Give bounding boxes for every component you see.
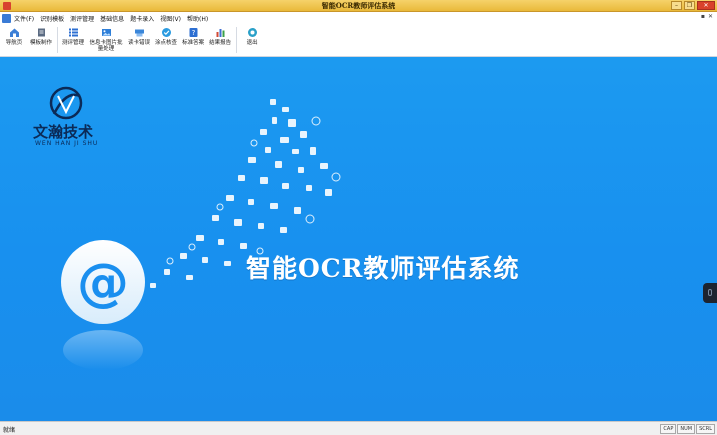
check-dot-label: 涂点核查 <box>155 40 178 46</box>
main-title: 智能OCR教师评估系统 <box>246 254 520 283</box>
status-text: 就绪 <box>3 427 16 434</box>
brand-logo-icon <box>49 86 83 120</box>
side-panel-handle[interactable] <box>703 283 717 303</box>
menu-file[interactable]: 文件(F) <box>14 14 34 23</box>
template-label: 模板制作 <box>30 40 53 46</box>
answer-button[interactable]: ? 标准答案 <box>182 27 204 46</box>
close-button[interactable]: ✕ <box>697 1 715 10</box>
svg-text:@: @ <box>77 253 129 313</box>
card-error-button[interactable]: 读卡错误 <box>128 27 150 46</box>
menu-app-icon[interactable] <box>2 13 11 23</box>
batch-image-label: 信息卡图片批量处理 <box>89 40 123 52</box>
report-label: 结果报告 <box>209 40 232 46</box>
minimize-button[interactable]: – <box>671 1 682 10</box>
title-bar: 智能OCR教师评估系统 – ❐ ✕ <box>0 0 717 12</box>
assessment-button[interactable]: 测评管理 <box>62 27 84 46</box>
svg-text:?: ? <box>191 29 195 37</box>
window-title: 智能OCR教师评估系统 <box>321 1 396 10</box>
menu-assessment-management[interactable]: 测评管理 <box>70 14 94 23</box>
navigation-label: 导航页 <box>5 40 23 46</box>
assessment-label: 测评管理 <box>62 40 85 46</box>
mouse-icon <box>708 289 712 296</box>
batch-image-icon <box>101 27 112 38</box>
navigation-button[interactable]: 导航页 <box>3 27 25 46</box>
toolbar: 导航页 模板制作 测评管理 信息卡图片批量处理 读卡错误 涂点核查 ? 标准答案… <box>0 24 717 57</box>
toolbar-separator <box>236 27 238 53</box>
menu-help[interactable]: 帮助(H) <box>187 14 208 23</box>
exit-icon <box>247 27 258 38</box>
navigation-icon <box>9 27 20 38</box>
scroll-lock-indicator: SCRL <box>696 424 715 434</box>
welcome-canvas: 文瀚技术 WEN HAN JI SHU @ 智能OCR教师评估系统 <box>0 57 717 421</box>
mdi-controls: ▪ ✕ <box>701 13 713 20</box>
restore-button[interactable]: ❐ <box>684 1 695 10</box>
status-bar: 就绪 CAP NUM SCRL <box>0 421 717 435</box>
caps-lock-indicator: CAP <box>660 424 677 434</box>
exit-button[interactable]: 退出 <box>241 27 263 46</box>
report-icon <box>215 27 226 38</box>
card-error-icon <box>134 27 145 38</box>
brand-name-chinese: 文瀚技术 <box>33 123 94 141</box>
batch-image-button[interactable]: 信息卡图片批量处理 <box>89 27 123 52</box>
card-error-label: 读卡错误 <box>128 40 151 46</box>
template-icon <box>36 27 47 38</box>
report-button[interactable]: 结果报告 <box>209 27 231 46</box>
list-icon <box>68 27 79 38</box>
exit-label: 退出 <box>246 40 258 46</box>
brand-name-pinyin: WEN HAN JI SHU <box>35 140 99 147</box>
window-controls: – ❐ ✕ <box>671 1 715 10</box>
mdi-close-icon[interactable]: ✕ <box>708 13 713 20</box>
menu-bar: 文件(F) 识别模板 测评管理 基础信息 题卡录入 视图(V) 帮助(H) ▪ … <box>0 12 717 24</box>
answer-label: 标准答案 <box>182 40 205 46</box>
toolbar-separator <box>57 27 59 53</box>
at-sign-logo-icon: @ <box>61 240 145 370</box>
menu-recognition-template[interactable]: 识别模板 <box>40 14 64 23</box>
menu-view[interactable]: 视图(V) <box>160 14 181 23</box>
menu-card-entry[interactable]: 题卡录入 <box>130 14 154 23</box>
menu-basic-info[interactable]: 基础信息 <box>100 14 124 23</box>
check-dot-icon <box>161 27 172 38</box>
key-indicators: CAP NUM SCRL <box>660 424 715 434</box>
num-lock-indicator: NUM <box>677 424 696 434</box>
template-button[interactable]: 模板制作 <box>30 27 52 46</box>
check-dot-button[interactable]: 涂点核查 <box>155 27 177 46</box>
answer-icon: ? <box>188 27 199 38</box>
mdi-pin-icon[interactable]: ▪ <box>701 13 705 20</box>
